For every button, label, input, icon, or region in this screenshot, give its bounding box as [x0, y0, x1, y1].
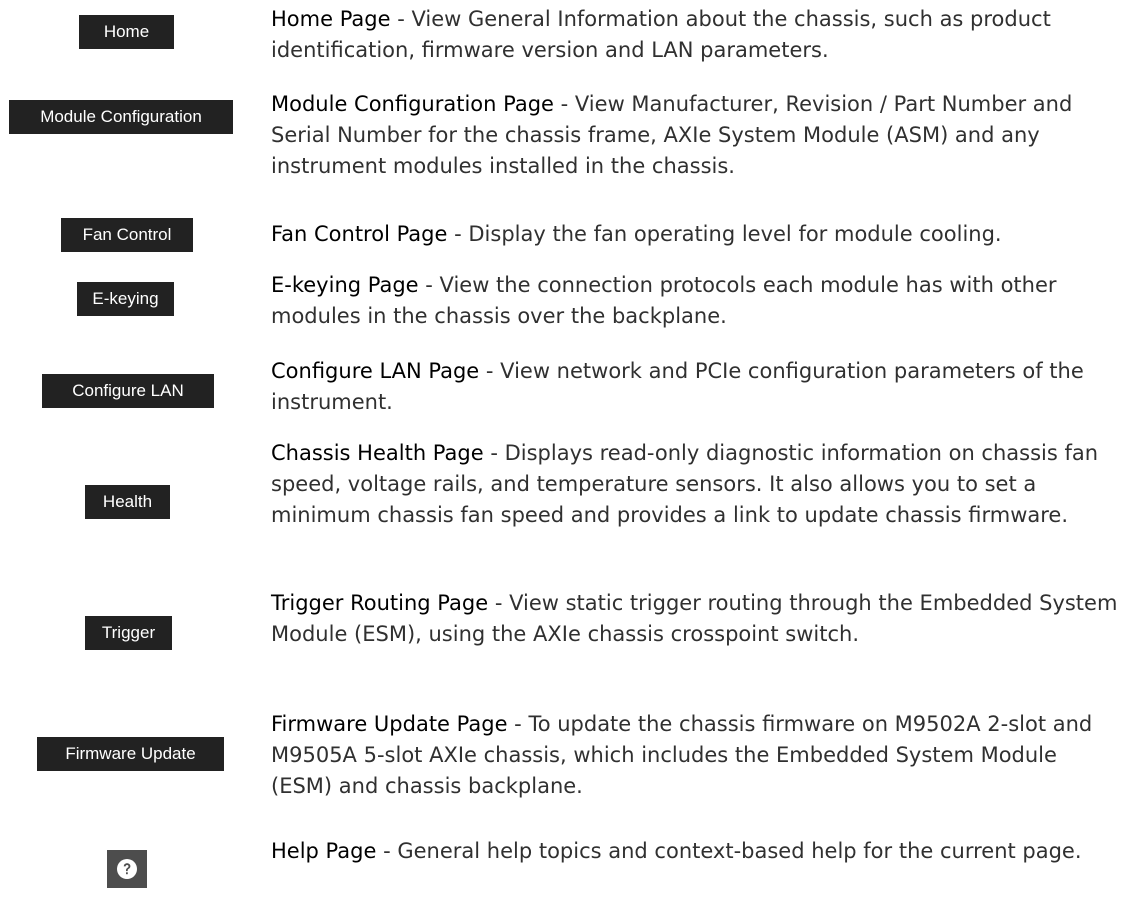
row-fan-control: Fan Control Fan Control Page - Display t… [0, 212, 1134, 257]
row-trigger: Trigger Trigger Routing Page - View stat… [0, 588, 1134, 688]
trigger-page-title: Trigger Routing Page [271, 591, 489, 615]
configure-lan-description: Configure LAN Page - View network and PC… [271, 359, 1084, 414]
configure-lan-page-title: Configure LAN Page [271, 359, 480, 383]
module-configuration-description: Module Configuration Page - View Manufac… [271, 92, 1073, 178]
configure-lan-button[interactable]: Configure LAN [42, 374, 214, 408]
health-description: Chassis Health Page - Displays read-only… [271, 441, 1099, 527]
e-keying-button[interactable]: E-keying [77, 282, 174, 316]
fan-control-button[interactable]: Fan Control [61, 218, 193, 252]
home-description: Home Page - View General Information abo… [271, 7, 1051, 62]
health-page-title: Chassis Health Page [271, 441, 484, 465]
help-page-title: Help Page [271, 839, 377, 863]
firmware-update-description: Firmware Update Page - To update the cha… [271, 712, 1093, 798]
row-home: Home Home Page - View General Informatio… [0, 0, 1134, 80]
row-configure-lan: Configure LAN Configure LAN Page - View … [0, 354, 1134, 424]
firmware-update-page-title: Firmware Update Page [271, 712, 508, 736]
trigger-button[interactable]: Trigger [85, 616, 172, 650]
fan-control-description: Fan Control Page - Display the fan opera… [271, 222, 1002, 246]
row-e-keying: E-keying E-keying Page - View the connec… [0, 270, 1134, 340]
row-firmware-update: Firmware Update Firmware Update Page - T… [0, 709, 1134, 814]
module-configuration-button[interactable]: Module Configuration [9, 100, 233, 134]
health-button[interactable]: Health [85, 485, 170, 519]
help-button[interactable] [107, 850, 147, 888]
e-keying-page-title: E-keying Page [271, 273, 419, 297]
help-description: Help Page - General help topics and cont… [271, 839, 1082, 863]
trigger-description: Trigger Routing Page - View static trigg… [271, 591, 1118, 646]
home-page-title: Home Page [271, 7, 391, 31]
row-module-configuration: Module Configuration Module Configuratio… [0, 85, 1134, 190]
help-page-text: General help topics and context-based he… [397, 839, 1082, 863]
home-button[interactable]: Home [79, 15, 174, 49]
fan-control-page-title: Fan Control Page [271, 222, 448, 246]
row-help: Help Page - General help topics and cont… [0, 833, 1134, 913]
module-configuration-page-title: Module Configuration Page [271, 92, 554, 116]
e-keying-description: E-keying Page - View the connection prot… [271, 273, 1057, 328]
row-health: Health Chassis Health Page - Displays re… [0, 438, 1134, 566]
fan-control-page-text: Display the fan operating level for modu… [468, 222, 1002, 246]
firmware-update-button[interactable]: Firmware Update [37, 737, 224, 771]
help-question-icon [117, 859, 137, 879]
